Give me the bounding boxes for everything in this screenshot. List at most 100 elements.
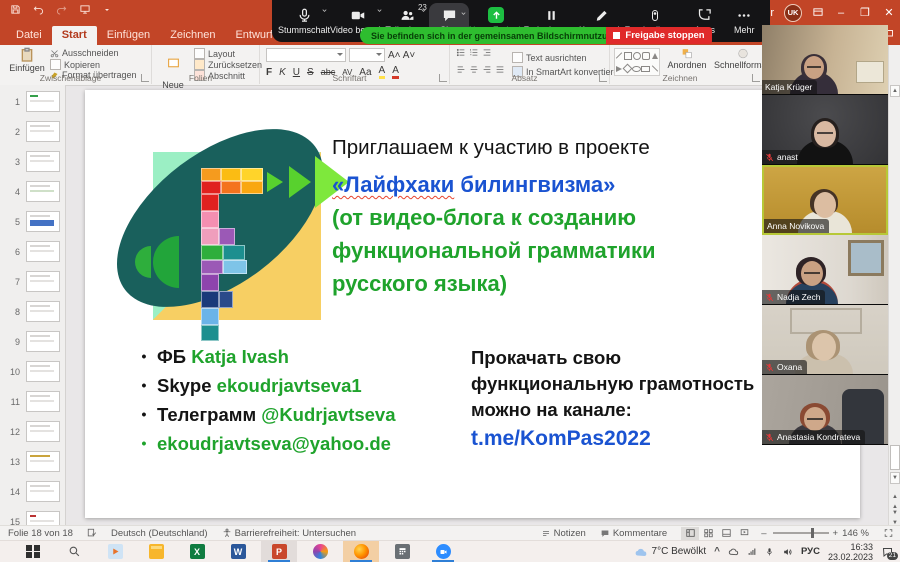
- clipboard-dialog-launcher[interactable]: [141, 74, 149, 82]
- next-slide-button[interactable]: ▼▼: [890, 508, 900, 520]
- slide-thumbnail[interactable]: 12: [8, 421, 65, 442]
- list-buttons[interactable]: [456, 48, 492, 57]
- scrollbar-thumb[interactable]: [890, 445, 900, 470]
- file-explorer-icon[interactable]: [138, 541, 174, 562]
- font-size-combo[interactable]: [349, 48, 385, 62]
- slideshow-view-button[interactable]: [735, 527, 753, 540]
- layout-button[interactable]: Layout: [194, 48, 235, 59]
- normal-view-button[interactable]: [681, 527, 699, 540]
- notification-center-button[interactable]: 21: [881, 546, 894, 558]
- slide-thumbnail-panel[interactable]: 1 2 3 4 5 6 7 8 9 10 11 12 13 14 15 16 1…: [0, 85, 66, 525]
- cut-button[interactable]: Ausschneiden: [50, 48, 119, 58]
- slideshow-icon[interactable]: [79, 4, 91, 15]
- network-icon[interactable]: [747, 547, 757, 556]
- reading-view-button[interactable]: [717, 527, 735, 540]
- slide-thumbnail[interactable]: 8: [8, 301, 65, 322]
- slide-thumbnail[interactable]: 10: [8, 361, 65, 382]
- mute-button[interactable]: Stummschalt: [278, 0, 330, 42]
- tab-einfuegen[interactable]: Einfügen: [97, 26, 160, 45]
- redo-icon[interactable]: [56, 4, 67, 15]
- slide-thumbnail[interactable]: 4: [8, 181, 65, 202]
- save-icon[interactable]: [10, 4, 21, 15]
- paint-app-icon[interactable]: [302, 541, 338, 562]
- paste-button[interactable]: Einfügen: [8, 47, 46, 73]
- tab-datei[interactable]: Datei: [6, 26, 52, 45]
- more-button[interactable]: Mehr: [725, 0, 764, 42]
- keyboard-language[interactable]: РУС: [801, 546, 820, 557]
- firefox-icon-active[interactable]: [343, 541, 379, 562]
- comments-button[interactable]: Kommentare: [600, 528, 667, 539]
- stop-share-button[interactable]: Freigabe stoppen: [606, 27, 712, 44]
- start-button[interactable]: [15, 541, 51, 562]
- paragraph-dialog-launcher[interactable]: [599, 74, 607, 82]
- search-button[interactable]: [56, 541, 92, 562]
- accessibility-status[interactable]: Barrierefreiheit: Untersuchen: [222, 528, 356, 539]
- video-tile[interactable]: Oxana: [762, 305, 888, 375]
- volume-icon[interactable]: [782, 547, 793, 557]
- tab-start[interactable]: Start: [52, 26, 97, 45]
- account-avatar[interactable]: UK: [784, 4, 802, 22]
- copy-button[interactable]: Kopieren: [50, 59, 100, 70]
- zoom-app-icon-active[interactable]: [425, 541, 461, 562]
- video-tile[interactable]: Katja Krüger: [762, 25, 888, 95]
- slide-thumbnail[interactable]: 3: [8, 151, 65, 172]
- drawing-dialog-launcher[interactable]: [752, 74, 760, 82]
- scroll-up-button[interactable]: ▲: [890, 85, 900, 97]
- word-icon[interactable]: W: [220, 541, 256, 562]
- chevron-down-icon[interactable]: [460, 10, 467, 17]
- slide-canvas[interactable]: Приглашаем к участию в проекте «Лайфхаки…: [85, 90, 860, 518]
- mic-tray-icon[interactable]: [765, 547, 774, 557]
- slide-thumbnail[interactable]: 11: [8, 391, 65, 412]
- align-text-button[interactable]: Text ausrichten: [512, 52, 587, 63]
- scroll-down-button[interactable]: ▼: [890, 472, 900, 484]
- notes-button[interactable]: Notizen: [541, 528, 586, 539]
- excel-icon[interactable]: X: [179, 541, 215, 562]
- ribbon-display-options-icon[interactable]: [812, 7, 824, 18]
- video-tile-active-speaker[interactable]: Anna Novikova: [762, 165, 888, 235]
- minimize-button[interactable]: –: [834, 7, 848, 19]
- video-tile[interactable]: Nadja Zech: [762, 235, 888, 305]
- video-tile[interactable]: anast: [762, 95, 888, 165]
- video-tile[interactable]: Anastasia Kondrateva: [762, 375, 888, 445]
- slide-thumbnail[interactable]: 2: [8, 121, 65, 142]
- qat-customize-icon[interactable]: [103, 6, 111, 14]
- undo-icon[interactable]: [33, 4, 44, 15]
- slide-thumbnail[interactable]: 1: [8, 91, 65, 112]
- language-indicator[interactable]: Deutsch (Deutschland): [111, 528, 208, 539]
- fit-slide-button[interactable]: [883, 528, 894, 538]
- vertical-scrollbar[interactable]: ▲ ▼ ▲▲ ▼▼: [888, 45, 900, 525]
- close-button[interactable]: ✕: [882, 6, 896, 19]
- font-dialog-launcher[interactable]: [439, 74, 447, 82]
- powerpoint-icon-active[interactable]: P: [261, 541, 297, 562]
- previous-slide-button[interactable]: ▲▲: [890, 492, 900, 504]
- onedrive-icon[interactable]: [728, 547, 739, 556]
- calculator-icon[interactable]: [384, 541, 420, 562]
- slide-thumbnail[interactable]: 6: [8, 241, 65, 262]
- slide-thumbnail[interactable]: 9: [8, 331, 65, 352]
- slide-sorter-view-button[interactable]: [699, 527, 717, 540]
- font-name-combo[interactable]: A˄ A˅: [266, 48, 415, 62]
- chevron-down-icon[interactable]: [420, 7, 427, 14]
- zoom-out-button[interactable]: –: [761, 528, 766, 539]
- slide-thumbnail[interactable]: 13: [8, 451, 65, 472]
- weather-widget[interactable]: 7°C Bewölkt: [634, 546, 707, 557]
- zoom-slider[interactable]: [773, 532, 829, 534]
- slide-thumbnail[interactable]: 14: [8, 481, 65, 502]
- chevron-down-icon[interactable]: [376, 7, 383, 14]
- clock[interactable]: 16:3323.02.2023: [828, 542, 873, 562]
- shape-gallery[interactable]: [614, 48, 660, 76]
- restore-button[interactable]: ❐: [858, 6, 872, 19]
- slide-thumbnail[interactable]: 15: [8, 511, 65, 525]
- zoom-in-button[interactable]: +: [833, 528, 839, 539]
- slide-counter[interactable]: Folie 18 von 18: [8, 528, 73, 539]
- media-player-icon[interactable]: [97, 541, 133, 562]
- reset-button[interactable]: Zurücksetzen: [194, 59, 262, 70]
- zoom-level[interactable]: 146 %: [842, 528, 869, 539]
- spellcheck-icon[interactable]: [87, 528, 97, 538]
- arrange-button[interactable]: Anordnen: [664, 47, 710, 70]
- chevron-down-icon[interactable]: [321, 7, 328, 14]
- slide-thumbnail[interactable]: 7: [8, 271, 65, 292]
- slide-thumbnail[interactable]: 5: [8, 211, 65, 232]
- tab-zeichnen[interactable]: Zeichnen: [160, 26, 225, 45]
- show-hidden-icons-button[interactable]: ^: [714, 546, 720, 557]
